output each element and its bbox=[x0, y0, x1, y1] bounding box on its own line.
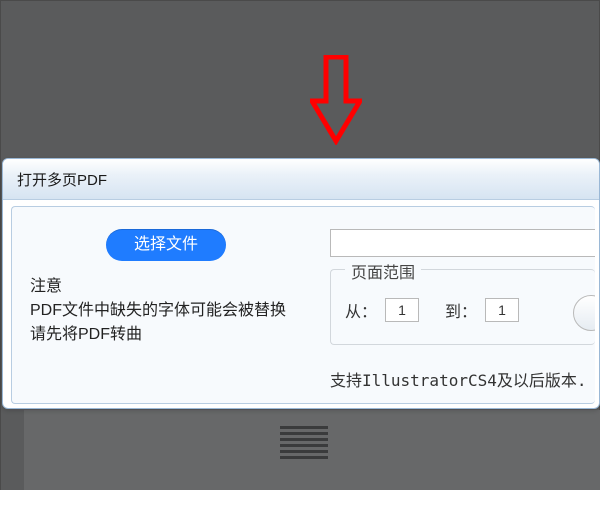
from-label: 从： bbox=[345, 298, 377, 322]
footer-strip bbox=[0, 490, 600, 508]
red-arrow-icon bbox=[310, 55, 362, 145]
dialog-client-area: 选择文件 注意 PDF文件中缺失的字体可能会被替换 请先将PDF转曲 页面范围 … bbox=[11, 206, 595, 404]
open-multipage-pdf-dialog: 打开多页PDF 选择文件 注意 PDF文件中缺失的字体可能会被替换 请先将PDF… bbox=[2, 158, 600, 409]
note-heading: 注意 bbox=[30, 275, 310, 299]
note-line-1: PDF文件中缺失的字体可能会被替换 bbox=[30, 299, 310, 323]
page-range-title: 页面范围 bbox=[345, 259, 421, 283]
page-range-group: 页面范围 从： 1 到： 1 bbox=[330, 269, 595, 345]
app-background: 打开多页PDF 选择文件 注意 PDF文件中缺失的字体可能会被替换 请先将PDF… bbox=[0, 0, 600, 508]
from-page-input[interactable]: 1 bbox=[385, 298, 419, 322]
to-label: 到： bbox=[445, 298, 477, 322]
dialog-title: 打开多页PDF bbox=[17, 169, 107, 190]
note-block: 注意 PDF文件中缺失的字体可能会被替换 请先将PDF转曲 bbox=[30, 275, 310, 347]
document-thumbnail-icon bbox=[280, 426, 328, 462]
file-path-input[interactable] bbox=[330, 229, 595, 257]
support-text: 支持IllustratorCS4及以后版本. bbox=[330, 367, 587, 391]
note-line-2: 请先将PDF转曲 bbox=[30, 323, 310, 347]
select-file-button[interactable]: 选择文件 bbox=[106, 229, 226, 261]
dialog-titlebar: 打开多页PDF bbox=[3, 159, 599, 200]
to-page-input[interactable]: 1 bbox=[485, 298, 519, 322]
page-range-row: 从： 1 到： 1 bbox=[345, 298, 519, 322]
